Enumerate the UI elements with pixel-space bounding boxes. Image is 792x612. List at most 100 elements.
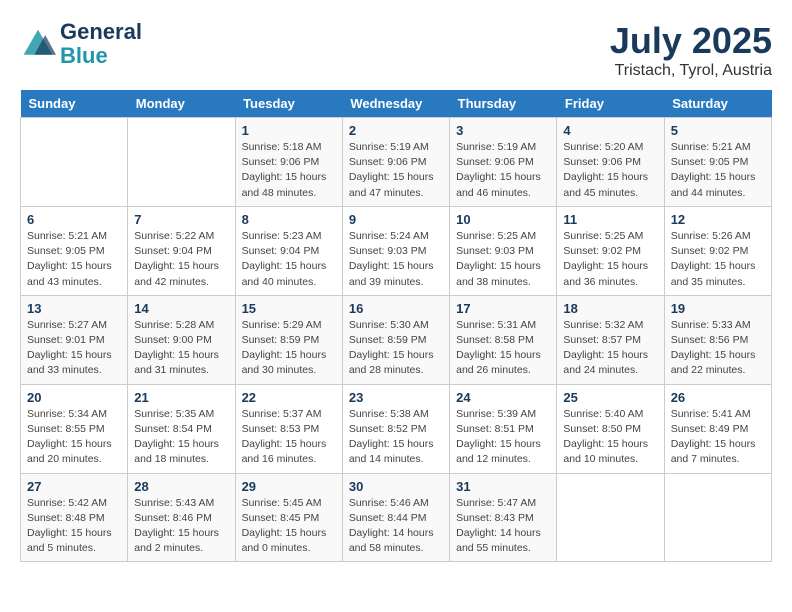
- day-number: 9: [349, 212, 443, 227]
- calendar-cell: 12 Sunrise: 5:26 AM Sunset: 9:02 PM Dayli…: [664, 206, 771, 295]
- calendar-cell: 31 Sunrise: 5:47 AM Sunset: 8:43 PM Dayli…: [450, 473, 557, 562]
- calendar-cell: 11 Sunrise: 5:25 AM Sunset: 9:02 PM Dayli…: [557, 206, 664, 295]
- calendar-cell: 30 Sunrise: 5:46 AM Sunset: 8:44 PM Dayli…: [342, 473, 449, 562]
- calendar-cell: [21, 118, 128, 207]
- calendar-cell: 8 Sunrise: 5:23 AM Sunset: 9:04 PM Daylig…: [235, 206, 342, 295]
- calendar-table: SundayMondayTuesdayWednesdayThursdayFrid…: [20, 90, 772, 562]
- day-info: Sunrise: 5:27 AM Sunset: 9:01 PM Dayligh…: [27, 318, 121, 379]
- calendar-cell: 1 Sunrise: 5:18 AM Sunset: 9:06 PM Daylig…: [235, 118, 342, 207]
- page-header: GeneralBlue July 2025 Tristach, Tyrol, A…: [20, 20, 772, 80]
- day-info: Sunrise: 5:21 AM Sunset: 9:05 PM Dayligh…: [27, 229, 121, 290]
- day-number: 27: [27, 479, 121, 494]
- day-info: Sunrise: 5:45 AM Sunset: 8:45 PM Dayligh…: [242, 496, 336, 557]
- day-info: Sunrise: 5:31 AM Sunset: 8:58 PM Dayligh…: [456, 318, 550, 379]
- day-number: 17: [456, 301, 550, 316]
- day-number: 14: [134, 301, 228, 316]
- day-number: 8: [242, 212, 336, 227]
- calendar-cell: 7 Sunrise: 5:22 AM Sunset: 9:04 PM Daylig…: [128, 206, 235, 295]
- day-number: 19: [671, 301, 765, 316]
- day-number: 11: [563, 212, 657, 227]
- day-info: Sunrise: 5:32 AM Sunset: 8:57 PM Dayligh…: [563, 318, 657, 379]
- calendar-cell: 5 Sunrise: 5:21 AM Sunset: 9:05 PM Daylig…: [664, 118, 771, 207]
- day-number: 5: [671, 123, 765, 138]
- calendar-cell: 29 Sunrise: 5:45 AM Sunset: 8:45 PM Dayli…: [235, 473, 342, 562]
- day-of-week-header: Tuesday: [235, 90, 342, 118]
- calendar-cell: 16 Sunrise: 5:30 AM Sunset: 8:59 PM Dayli…: [342, 295, 449, 384]
- day-number: 20: [27, 390, 121, 405]
- day-number: 16: [349, 301, 443, 316]
- day-number: 21: [134, 390, 228, 405]
- day-of-week-header: Monday: [128, 90, 235, 118]
- calendar-cell: 4 Sunrise: 5:20 AM Sunset: 9:06 PM Daylig…: [557, 118, 664, 207]
- logo-text: GeneralBlue: [60, 20, 142, 68]
- day-number: 3: [456, 123, 550, 138]
- calendar-cell: 9 Sunrise: 5:24 AM Sunset: 9:03 PM Daylig…: [342, 206, 449, 295]
- day-number: 26: [671, 390, 765, 405]
- day-info: Sunrise: 5:21 AM Sunset: 9:05 PM Dayligh…: [671, 140, 765, 201]
- day-info: Sunrise: 5:26 AM Sunset: 9:02 PM Dayligh…: [671, 229, 765, 290]
- day-info: Sunrise: 5:18 AM Sunset: 9:06 PM Dayligh…: [242, 140, 336, 201]
- calendar-cell: 20 Sunrise: 5:34 AM Sunset: 8:55 PM Dayli…: [21, 384, 128, 473]
- day-info: Sunrise: 5:47 AM Sunset: 8:43 PM Dayligh…: [456, 496, 550, 557]
- calendar-week-row: 6Sunrise: 5:21 AM Sunset: 9:05 PM Daylig…: [21, 206, 772, 295]
- day-info: Sunrise: 5:41 AM Sunset: 8:49 PM Dayligh…: [671, 407, 765, 468]
- day-info: Sunrise: 5:43 AM Sunset: 8:46 PM Dayligh…: [134, 496, 228, 557]
- day-number: 12: [671, 212, 765, 227]
- day-info: Sunrise: 5:20 AM Sunset: 9:06 PM Dayligh…: [563, 140, 657, 201]
- day-info: Sunrise: 5:33 AM Sunset: 8:56 PM Dayligh…: [671, 318, 765, 379]
- day-number: 22: [242, 390, 336, 405]
- calendar-cell: 22Sunrise: 5:37 AM Sunset: 8:53 PM Dayli…: [235, 384, 342, 473]
- day-number: 18: [563, 301, 657, 316]
- calendar-cell: 23 Sunrise: 5:38 AM Sunset: 8:52 PM Dayli…: [342, 384, 449, 473]
- calendar-cell: 18 Sunrise: 5:32 AM Sunset: 8:57 PM Dayli…: [557, 295, 664, 384]
- day-number: 10: [456, 212, 550, 227]
- day-of-week-header: Saturday: [664, 90, 771, 118]
- calendar-cell: [128, 118, 235, 207]
- day-info: Sunrise: 5:34 AM Sunset: 8:55 PM Dayligh…: [27, 407, 121, 468]
- logo: GeneralBlue: [20, 20, 142, 68]
- day-of-week-header: Sunday: [21, 90, 128, 118]
- day-info: Sunrise: 5:25 AM Sunset: 9:02 PM Dayligh…: [563, 229, 657, 290]
- day-number: 25: [563, 390, 657, 405]
- calendar-cell: 15Sunrise: 5:29 AM Sunset: 8:59 PM Dayli…: [235, 295, 342, 384]
- calendar-week-row: 13 Sunrise: 5:27 AM Sunset: 9:01 PM Dayli…: [21, 295, 772, 384]
- day-number: 7: [134, 212, 228, 227]
- day-info: Sunrise: 5:30 AM Sunset: 8:59 PM Dayligh…: [349, 318, 443, 379]
- day-of-week-header: Thursday: [450, 90, 557, 118]
- day-info: Sunrise: 5:35 AM Sunset: 8:54 PM Dayligh…: [134, 407, 228, 468]
- calendar-header-row: SundayMondayTuesdayWednesdayThursdayFrid…: [21, 90, 772, 118]
- title-block: July 2025 Tristach, Tyrol, Austria: [610, 20, 772, 80]
- calendar-week-row: 27 Sunrise: 5:42 AM Sunset: 8:48 PM Dayli…: [21, 473, 772, 562]
- calendar-cell: 10Sunrise: 5:25 AM Sunset: 9:03 PM Dayli…: [450, 206, 557, 295]
- day-info: Sunrise: 5:38 AM Sunset: 8:52 PM Dayligh…: [349, 407, 443, 468]
- day-info: Sunrise: 5:19 AM Sunset: 9:06 PM Dayligh…: [349, 140, 443, 201]
- calendar-cell: 3Sunrise: 5:19 AM Sunset: 9:06 PM Daylig…: [450, 118, 557, 207]
- day-info: Sunrise: 5:23 AM Sunset: 9:04 PM Dayligh…: [242, 229, 336, 290]
- day-info: Sunrise: 5:24 AM Sunset: 9:03 PM Dayligh…: [349, 229, 443, 290]
- day-info: Sunrise: 5:28 AM Sunset: 9:00 PM Dayligh…: [134, 318, 228, 379]
- logo-icon: [20, 26, 56, 62]
- day-number: 15: [242, 301, 336, 316]
- day-number: 28: [134, 479, 228, 494]
- day-info: Sunrise: 5:46 AM Sunset: 8:44 PM Dayligh…: [349, 496, 443, 557]
- calendar-cell: 26 Sunrise: 5:41 AM Sunset: 8:49 PM Dayli…: [664, 384, 771, 473]
- day-number: 23: [349, 390, 443, 405]
- day-number: 31: [456, 479, 550, 494]
- calendar-cell: 21 Sunrise: 5:35 AM Sunset: 8:54 PM Dayli…: [128, 384, 235, 473]
- day-number: 29: [242, 479, 336, 494]
- calendar-cell: 17 Sunrise: 5:31 AM Sunset: 8:58 PM Dayli…: [450, 295, 557, 384]
- day-info: Sunrise: 5:40 AM Sunset: 8:50 PM Dayligh…: [563, 407, 657, 468]
- day-info: Sunrise: 5:22 AM Sunset: 9:04 PM Dayligh…: [134, 229, 228, 290]
- calendar-cell: 13 Sunrise: 5:27 AM Sunset: 9:01 PM Dayli…: [21, 295, 128, 384]
- calendar-week-row: 20 Sunrise: 5:34 AM Sunset: 8:55 PM Dayli…: [21, 384, 772, 473]
- day-number: 1: [242, 123, 336, 138]
- day-number: 30: [349, 479, 443, 494]
- day-info: Sunrise: 5:42 AM Sunset: 8:48 PM Dayligh…: [27, 496, 121, 557]
- day-of-week-header: Wednesday: [342, 90, 449, 118]
- day-number: 13: [27, 301, 121, 316]
- day-of-week-header: Friday: [557, 90, 664, 118]
- calendar-cell: 24Sunrise: 5:39 AM Sunset: 8:51 PM Dayli…: [450, 384, 557, 473]
- calendar-cell: 25 Sunrise: 5:40 AM Sunset: 8:50 PM Dayli…: [557, 384, 664, 473]
- calendar-cell: 27 Sunrise: 5:42 AM Sunset: 8:48 PM Dayli…: [21, 473, 128, 562]
- day-number: 4: [563, 123, 657, 138]
